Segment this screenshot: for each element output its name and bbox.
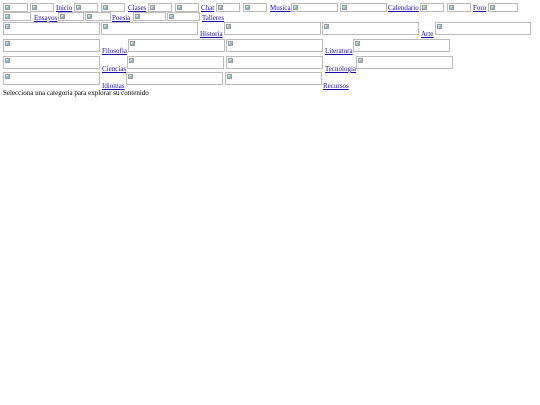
- category-link-historia[interactable]: Historia: [200, 30, 223, 38]
- broken-image-icon: [3, 12, 31, 21]
- nav-link-talleres[interactable]: Talleres: [202, 14, 224, 22]
- broken-image-icon: [3, 3, 28, 12]
- broken-image-icon: [74, 3, 98, 12]
- broken-image-icon: [224, 22, 321, 35]
- category-row-4: Idiomas Recursos: [3, 72, 353, 90]
- broken-image-icon: [3, 22, 100, 35]
- broken-image-icon: [3, 39, 100, 52]
- category-row-3: Ciencias Tecnologia: [3, 56, 455, 73]
- broken-image-icon: [420, 3, 444, 12]
- broken-image-icon: [3, 72, 100, 85]
- category-row-1: Historia Arte: [3, 22, 533, 38]
- nav-link-ensayos[interactable]: Ensayos: [34, 14, 57, 22]
- broken-image-icon: [3, 56, 100, 69]
- broken-image-icon: [340, 3, 387, 12]
- broken-image-icon: [225, 72, 322, 85]
- nav-link-calendario[interactable]: Calendario: [388, 4, 419, 12]
- broken-image-icon: [226, 56, 323, 69]
- broken-image-icon: [322, 22, 419, 35]
- broken-image-icon: [291, 3, 338, 12]
- nav-link-poesia[interactable]: Poesia: [112, 14, 130, 22]
- nav-link-chat[interactable]: Chat: [201, 4, 214, 12]
- broken-image-icon: [133, 12, 166, 21]
- broken-image-icon: [356, 56, 453, 69]
- broken-image-icon: [447, 3, 471, 12]
- broken-image-icon: [30, 3, 54, 12]
- broken-image-icon: [148, 3, 172, 12]
- broken-image-icon: [127, 56, 224, 69]
- broken-image-icon: [85, 12, 111, 21]
- broken-image-icon: [126, 72, 223, 85]
- broken-image-icon: [167, 12, 200, 21]
- broken-image-icon: [216, 3, 240, 12]
- category-link-filosofia[interactable]: Filosofia: [102, 47, 127, 55]
- broken-image-icon: [226, 39, 323, 52]
- nav-link-inicio[interactable]: Inicio: [56, 4, 72, 12]
- category-row-2: Filosofia Literatura: [3, 39, 453, 55]
- broken-image-icon: [128, 39, 225, 52]
- broken-image-icon: [435, 22, 531, 35]
- category-link-recursos[interactable]: Recursos: [323, 82, 349, 90]
- broken-image-icon: [243, 3, 267, 12]
- broken-image-icon: [175, 3, 199, 12]
- nav-link-foro[interactable]: Foro: [473, 4, 486, 12]
- broken-image-icon: [488, 3, 518, 12]
- nav-link-clases[interactable]: Clases: [128, 4, 146, 12]
- broken-image-icon: [58, 12, 84, 21]
- broken-image-icon: [101, 22, 198, 35]
- broken-image-icon: [101, 3, 125, 12]
- category-link-literatura[interactable]: Literatura: [325, 47, 353, 55]
- category-link-arte[interactable]: Arte: [421, 30, 433, 38]
- nav-link-musica[interactable]: Musica: [270, 4, 291, 12]
- broken-image-icon: [353, 39, 450, 52]
- status-text: Selecciona una categoria para explorar s…: [3, 89, 149, 97]
